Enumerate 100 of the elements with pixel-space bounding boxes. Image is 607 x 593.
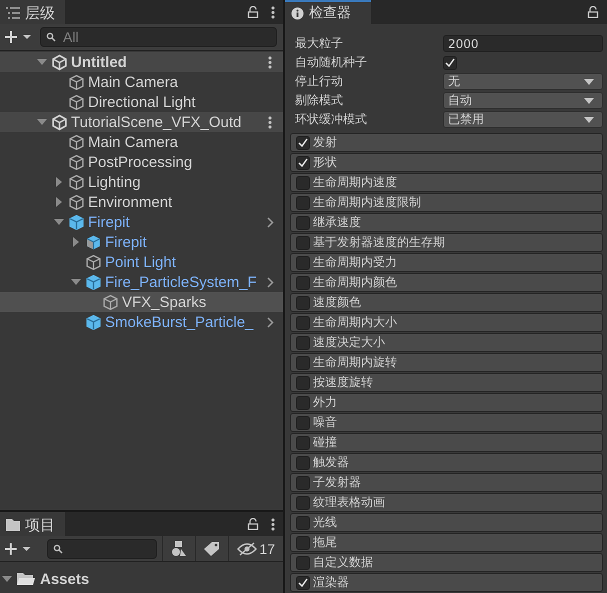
checkbox[interactable] — [296, 476, 310, 490]
module-header[interactable]: 生命周期内速度限制 — [290, 193, 603, 212]
checkbox[interactable] — [296, 416, 310, 430]
project-tab[interactable]: 项目 — [0, 512, 65, 536]
module-header[interactable]: 生命周期内受力 — [290, 253, 603, 272]
lock-icon[interactable] — [247, 6, 259, 18]
checkbox[interactable] — [296, 396, 310, 410]
dropdown[interactable]: 自动 — [443, 92, 603, 109]
expanded-arrow-icon[interactable] — [37, 117, 47, 127]
module-header[interactable]: 拖尾 — [290, 533, 603, 552]
checkbox[interactable] — [296, 516, 310, 530]
inspector-tab[interactable]: 检查器 — [285, 0, 371, 24]
hierarchy-item[interactable]: Firepit — [0, 212, 283, 232]
tag-icon — [204, 542, 220, 556]
module-header[interactable]: 自定义数据 — [290, 553, 603, 572]
hierarchy-item[interactable]: Lighting — [0, 172, 283, 192]
module-header[interactable]: 生命周期内大小 — [290, 313, 603, 332]
scene-row[interactable]: Untitled — [0, 52, 283, 72]
checkbox[interactable] — [296, 376, 310, 390]
scene-row[interactable]: TutorialScene_VFX_Outd — [0, 112, 283, 132]
chevron-right-icon[interactable] — [266, 316, 274, 328]
checkbox[interactable] — [296, 216, 310, 230]
module-header[interactable]: 按速度旋转 — [290, 373, 603, 392]
checkbox[interactable] — [296, 576, 310, 590]
module-header[interactable]: 光线 — [290, 513, 603, 532]
checkbox[interactable] — [296, 336, 310, 350]
checkbox[interactable] — [296, 136, 310, 150]
expanded-arrow-icon[interactable] — [71, 277, 81, 287]
search-field[interactable] — [47, 538, 158, 558]
module-header[interactable]: 外力 — [290, 393, 603, 412]
module-label: 生命周期内速度限制 — [313, 194, 421, 211]
checkbox[interactable] — [296, 496, 310, 510]
hierarchy-item[interactable]: Point Light — [0, 252, 283, 272]
module-header[interactable]: 继承速度 — [290, 213, 603, 232]
module-header[interactable]: 生命周期内旋转 — [290, 353, 603, 372]
checkbox[interactable] — [296, 536, 310, 550]
module-header[interactable]: 生命周期内颜色 — [290, 273, 603, 292]
checkbox[interactable] — [296, 556, 310, 570]
scene-icon — [51, 114, 68, 130]
hierarchy-item[interactable]: SmokeBurst_Particle_ — [0, 312, 283, 332]
hierarchy-item[interactable]: PostProcessing — [0, 152, 283, 172]
module-header[interactable]: 触发器 — [290, 453, 603, 472]
hierarchy-item[interactable]: Main Camera — [0, 132, 283, 152]
more-menu-icon[interactable] — [268, 56, 272, 68]
hierarchy-item[interactable]: Environment — [0, 192, 283, 212]
chevron-right-icon[interactable] — [266, 216, 274, 228]
checkbox[interactable] — [296, 236, 310, 250]
hierarchy-item[interactable]: Firepit — [0, 232, 283, 252]
chevron-right-icon[interactable] — [266, 276, 274, 288]
checkbox[interactable] — [296, 176, 310, 190]
checkbox[interactable] — [296, 296, 310, 310]
module-header[interactable]: 子发射器 — [290, 473, 603, 492]
module-header[interactable]: 速度颜色 — [290, 293, 603, 312]
hierarchy-item[interactable]: VFX_Sparks — [0, 292, 283, 312]
add-icon[interactable] — [4, 542, 32, 556]
dropdown[interactable]: 无 — [443, 73, 603, 90]
module-label: 按速度旋转 — [313, 374, 373, 391]
module-header[interactable]: 碰撞 — [290, 433, 603, 452]
dropdown[interactable]: 已禁用 — [443, 111, 603, 128]
module-header[interactable]: 渲染器 — [290, 573, 603, 592]
hierarchy-item[interactable]: Main Camera — [0, 72, 283, 92]
checkbox[interactable] — [296, 196, 310, 210]
lock-icon[interactable] — [247, 518, 259, 530]
hidden-packages-button[interactable]: 17 — [228, 536, 283, 561]
folder-item[interactable]: Assets — [0, 569, 283, 589]
module-header[interactable]: 基于发射器速度的生存期 — [290, 233, 603, 252]
module-header[interactable]: 生命周期内速度 — [290, 173, 603, 192]
checkbox[interactable] — [296, 276, 310, 290]
lock-icon[interactable] — [587, 6, 599, 18]
module-header[interactable]: 噪音 — [290, 413, 603, 432]
cube-outline-icon — [102, 294, 119, 310]
folder-icon — [6, 519, 20, 531]
more-menu-icon[interactable] — [268, 116, 272, 128]
collapsed-arrow-icon[interactable] — [71, 237, 81, 247]
dropdown-arrow-icon — [584, 98, 594, 104]
more-menu-icon[interactable] — [271, 6, 275, 18]
checkbox[interactable] — [296, 256, 310, 270]
module-header[interactable]: 发射 — [290, 133, 603, 152]
hierarchy-item[interactable]: Directional Light — [0, 92, 283, 112]
checkbox[interactable] — [296, 156, 310, 170]
module-header[interactable]: 形状 — [290, 153, 603, 172]
checkbox[interactable] — [296, 436, 310, 450]
module-header[interactable]: 纹理表格动画 — [290, 493, 603, 512]
cube-outline-icon — [85, 254, 102, 270]
more-menu-icon[interactable] — [271, 518, 275, 530]
add-icon[interactable] — [4, 30, 32, 44]
hierarchy-tab[interactable]: 层级 — [0, 0, 65, 24]
number-field[interactable]: 2000 — [443, 35, 603, 52]
cube-outline-icon — [68, 194, 85, 210]
expanded-arrow-icon[interactable] — [2, 574, 12, 584]
hierarchy-item[interactable]: Fire_ParticleSystem_F — [0, 272, 283, 292]
expanded-arrow-icon[interactable] — [37, 57, 47, 67]
checkbox[interactable] — [296, 456, 310, 470]
search-field[interactable]: All — [40, 27, 277, 47]
checkbox[interactable] — [296, 316, 310, 330]
list-icon — [6, 7, 20, 19]
module-header[interactable]: 速度决定大小 — [290, 333, 603, 352]
checkbox[interactable] — [296, 356, 310, 370]
expanded-arrow-icon[interactable] — [54, 217, 64, 227]
checkbox[interactable] — [443, 56, 457, 70]
